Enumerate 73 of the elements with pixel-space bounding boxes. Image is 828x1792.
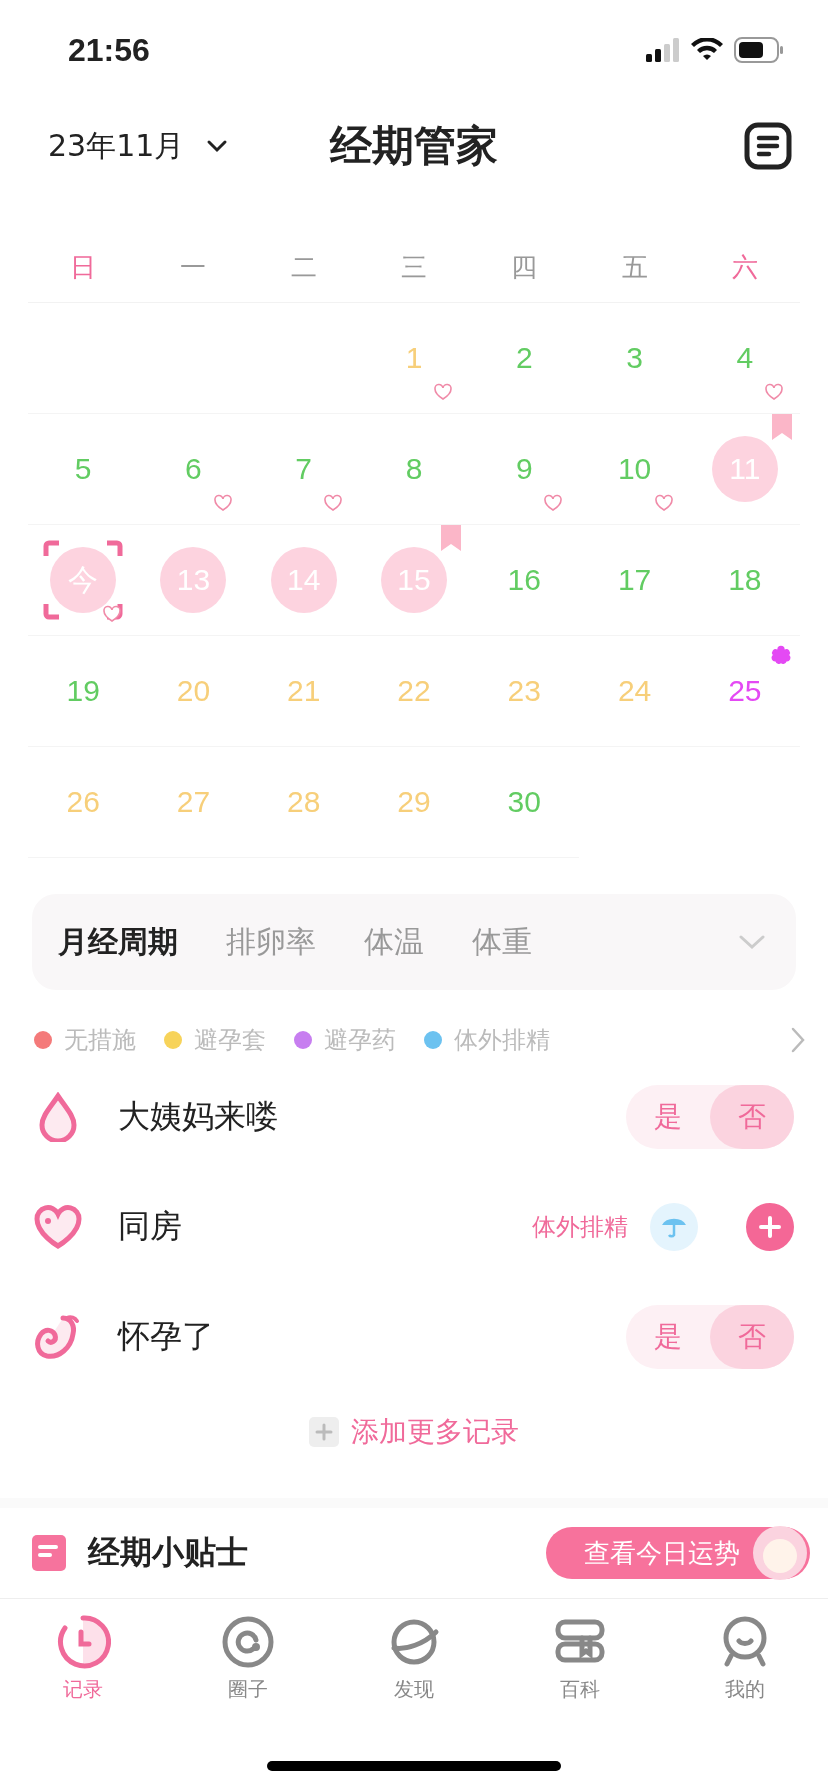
chart-tab[interactable]: 体温	[364, 921, 424, 963]
calendar-day[interactable]: 9	[491, 436, 558, 502]
calendar-day[interactable]: 2	[491, 325, 558, 391]
calendar-day[interactable]: 7	[270, 436, 337, 502]
calendar-day[interactable]: 17	[601, 547, 668, 613]
calendar-day[interactable]: 16	[491, 547, 558, 613]
today-frame-icon	[43, 540, 123, 620]
chevron-down-icon	[206, 139, 229, 153]
wifi-icon	[690, 38, 724, 62]
month-picker[interactable]: 23年11月	[48, 125, 229, 167]
toggle-option[interactable]: 是	[626, 1305, 710, 1369]
tab-bar-item[interactable]: 记录	[0, 1599, 166, 1717]
avatar-icon	[752, 1525, 808, 1581]
tab-bar-item[interactable]: 我的	[662, 1599, 828, 1717]
calendar-day[interactable]: 3	[601, 325, 668, 391]
toggle-option[interactable]: 否	[710, 1085, 794, 1149]
status-time: 21:56	[68, 31, 150, 69]
tab-bar-item[interactable]: 圈子	[165, 1599, 332, 1717]
tab-bar-item[interactable]: 发现	[331, 1599, 497, 1717]
calendar-day[interactable]: 24	[601, 658, 668, 724]
toggle-option[interactable]: 是	[626, 1085, 710, 1149]
record-value: 体外排精	[532, 1212, 628, 1243]
signal-icon	[646, 38, 680, 62]
section-title: 经期小贴士	[88, 1532, 248, 1573]
calendar-day[interactable]: 19	[50, 658, 117, 724]
calendar-day[interactable]: 5	[50, 436, 117, 502]
chevron-right-icon[interactable]	[790, 1026, 806, 1054]
legend-label: 体外排精	[454, 1025, 550, 1056]
battery-icon	[734, 37, 784, 63]
plus-icon	[309, 1417, 339, 1447]
calendar-day[interactable]: 6	[160, 436, 227, 502]
weekday-label: 日	[69, 250, 98, 284]
calendar-day[interactable]: 21	[270, 658, 337, 724]
calendar-day[interactable]: 1	[381, 325, 447, 391]
weekday-label: 四	[510, 250, 539, 284]
weekday-label: 五	[620, 250, 649, 284]
calendar-day[interactable]: 10	[601, 436, 668, 502]
weekday-label: 二	[289, 250, 318, 284]
calendar-day[interactable]: 26	[50, 769, 117, 835]
record-label: 怀孕了	[118, 1316, 214, 1357]
legend-label: 避孕药	[324, 1025, 396, 1056]
heart-icon	[32, 1204, 84, 1250]
add-button[interactable]	[746, 1203, 794, 1251]
record-label: 同房	[118, 1206, 182, 1247]
chart-tab[interactable]: 月经周期	[58, 921, 178, 963]
calendar-day[interactable]: 30	[491, 769, 558, 835]
weekday-label: 一	[179, 250, 208, 284]
plus-icon	[759, 1216, 781, 1238]
calendar-day[interactable]: 23	[491, 658, 558, 724]
tab-bar-item[interactable]: 百科	[496, 1599, 663, 1717]
chart-tab[interactable]: 体重	[472, 921, 532, 963]
calendar-day[interactable]: 28	[270, 769, 337, 835]
calendar-day[interactable]: 22	[381, 658, 447, 724]
record-label: 大姨妈来喽	[118, 1096, 278, 1137]
chart-tab[interactable]: 排卵率	[226, 921, 316, 963]
weekday-label: 三	[400, 250, 428, 284]
legend-label: 避孕套	[194, 1025, 266, 1056]
toggle-option[interactable]: 否	[710, 1305, 794, 1369]
notes-icon[interactable]	[744, 122, 792, 170]
legend-label: 无措施	[64, 1025, 136, 1056]
calendar-day[interactable]: 18	[711, 547, 778, 613]
calendar-day[interactable]: 29	[381, 769, 447, 835]
calendar-day[interactable]: 20	[160, 658, 227, 724]
page-title: 经期管家	[330, 120, 498, 172]
calendar-day[interactable]: 8	[381, 436, 447, 502]
calendar-day[interactable]: 27	[160, 769, 227, 835]
notes-icon	[32, 1535, 66, 1571]
weekday-label: 六	[730, 250, 759, 284]
calendar-day[interactable]: 4	[711, 325, 778, 391]
calendar-day[interactable]: 25	[711, 658, 778, 724]
umbrella-icon	[650, 1203, 698, 1251]
add-more-records-link[interactable]: 添加更多记录	[309, 1402, 519, 1462]
chevron-down-icon[interactable]	[738, 933, 766, 951]
